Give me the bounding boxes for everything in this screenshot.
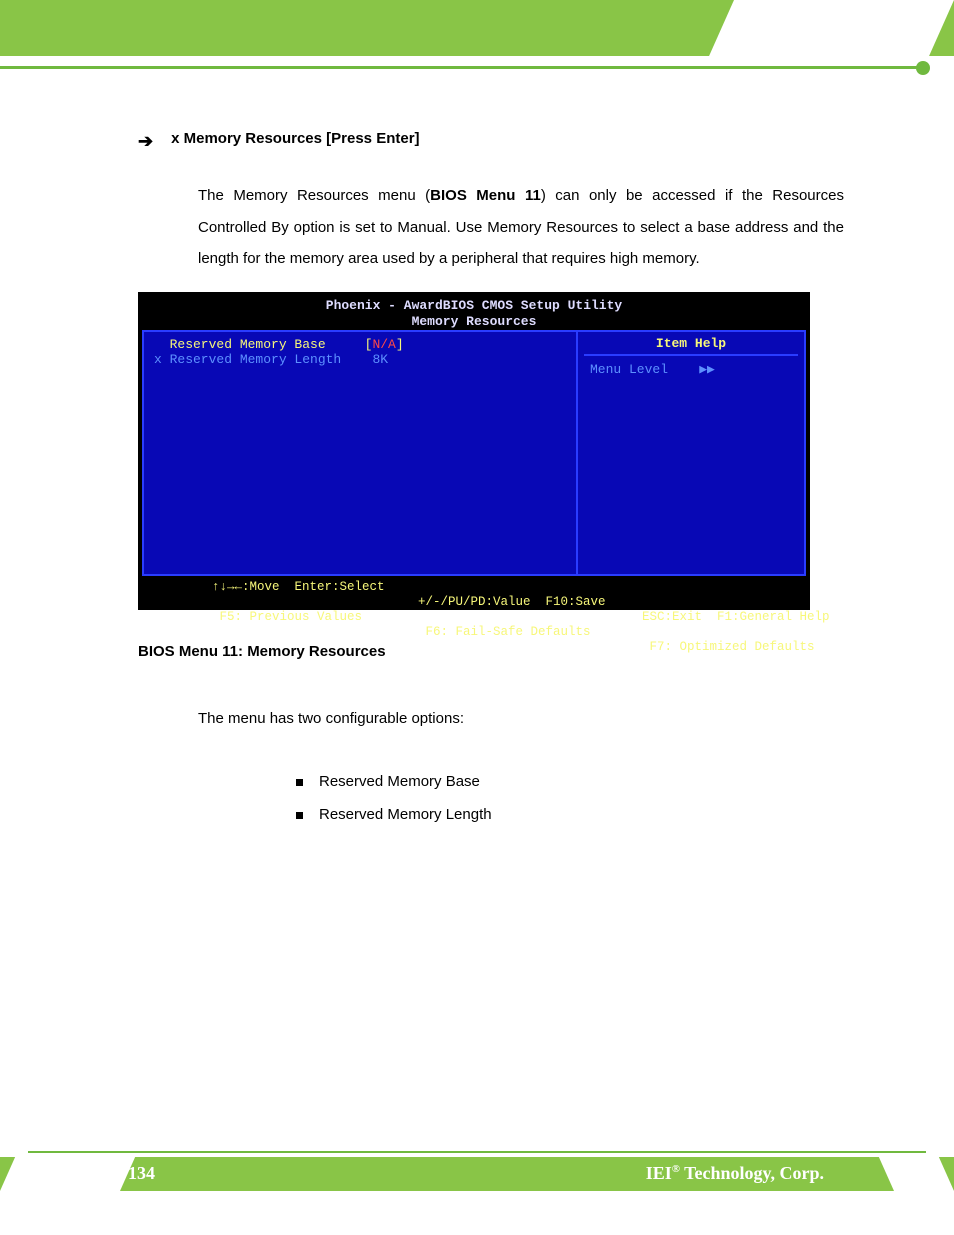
company-suffix: Technology, Corp. <box>680 1163 824 1183</box>
list-item: Reserved Memory Base <box>296 765 492 798</box>
bios-title: Phoenix - AwardBIOS CMOS Setup Utility M… <box>138 298 810 329</box>
row2-value: 8K <box>365 353 388 368</box>
list-item-label: Reserved Memory Base <box>319 765 480 798</box>
bios-screenshot: Phoenix - AwardBIOS CMOS Setup Utility M… <box>138 292 810 610</box>
footer-right-2: F7: Optimized Defaults <box>642 640 815 654</box>
list-item-label: Reserved Memory Length <box>319 798 492 831</box>
options-intro: The menu has two configurable options: <box>198 710 464 727</box>
bios-footer-right: ESC:Exit F1:General Help F7: Optimized D… <box>582 595 812 670</box>
company-prefix: IEI <box>646 1163 672 1183</box>
help-separator <box>584 354 798 356</box>
row2-label: x Reserved Memory Length <box>154 353 365 368</box>
content-block: ➔ x Memory Resources [Press Enter] The M… <box>138 130 844 275</box>
bios-footer: ↑↓→←:Move Enter:Select F5: Previous Valu… <box>142 535 806 610</box>
square-bullet-icon <box>296 812 303 819</box>
row1-bracket-close: ] <box>396 338 404 353</box>
bios-left-pane: Reserved Memory Base [N/A] x Reserved Me… <box>154 338 564 368</box>
footer-mid-2: F6: Fail-Safe Defaults <box>418 625 591 639</box>
section-heading-row: ➔ x Memory Resources [Press Enter] <box>138 130 844 152</box>
list-item: Reserved Memory Length <box>296 798 492 831</box>
document-page: ➔ x Memory Resources [Press Enter] The M… <box>0 0 954 1235</box>
item-help-heading: Item Help <box>584 336 798 351</box>
footer-slope-left <box>0 1157 135 1191</box>
menu-level-text: Menu Level ▶▶ <box>590 362 715 377</box>
header-band <box>0 0 954 56</box>
row1-value: N/A <box>372 338 395 353</box>
page-number: 134 <box>128 1163 155 1184</box>
bios-row-reserved-memory-base: Reserved Memory Base [N/A] <box>154 338 564 353</box>
registered-icon: ® <box>672 1163 680 1175</box>
bios-footer-mid: +/-/PU/PD:Value F10:Save F6: Fail-Safe D… <box>358 580 578 655</box>
figure-caption: BIOS Menu 11: Memory Resources <box>138 643 386 660</box>
row1-bracket-open: [ <box>365 338 373 353</box>
bios-title-line1: Phoenix - AwardBIOS CMOS Setup Utility <box>326 298 622 313</box>
square-bullet-icon <box>296 779 303 786</box>
para-pre: The Memory Resources menu ( <box>198 187 430 204</box>
footer-right-1: ESC:Exit F1:General Help <box>642 610 830 624</box>
bios-row-reserved-memory-length: x Reserved Memory Length 8K <box>154 353 564 368</box>
options-list: Reserved Memory Base Reserved Memory Len… <box>296 765 492 831</box>
footer-rule <box>28 1151 926 1153</box>
arrow-right-icon: ➔ <box>138 131 153 152</box>
bios-title-line2: Memory Resources <box>412 314 537 329</box>
header-rule <box>0 66 922 69</box>
para-bold: BIOS Menu 11 <box>430 187 541 204</box>
header-dot-icon <box>916 61 930 75</box>
footer-left-2: F5: Previous Values <box>212 610 362 624</box>
footer-mid-1: +/-/PU/PD:Value F10:Save <box>418 595 606 609</box>
footer-slope-right <box>879 1157 954 1191</box>
bios-footer-left: ↑↓→←:Move Enter:Select F5: Previous Valu… <box>152 565 352 640</box>
row1-label: Reserved Memory Base <box>154 338 365 353</box>
section-heading: x Memory Resources [Press Enter] <box>171 130 419 147</box>
intro-paragraph: The Memory Resources menu (BIOS Menu 11)… <box>198 180 844 275</box>
company-name: IEI® Technology, Corp. <box>646 1163 824 1184</box>
